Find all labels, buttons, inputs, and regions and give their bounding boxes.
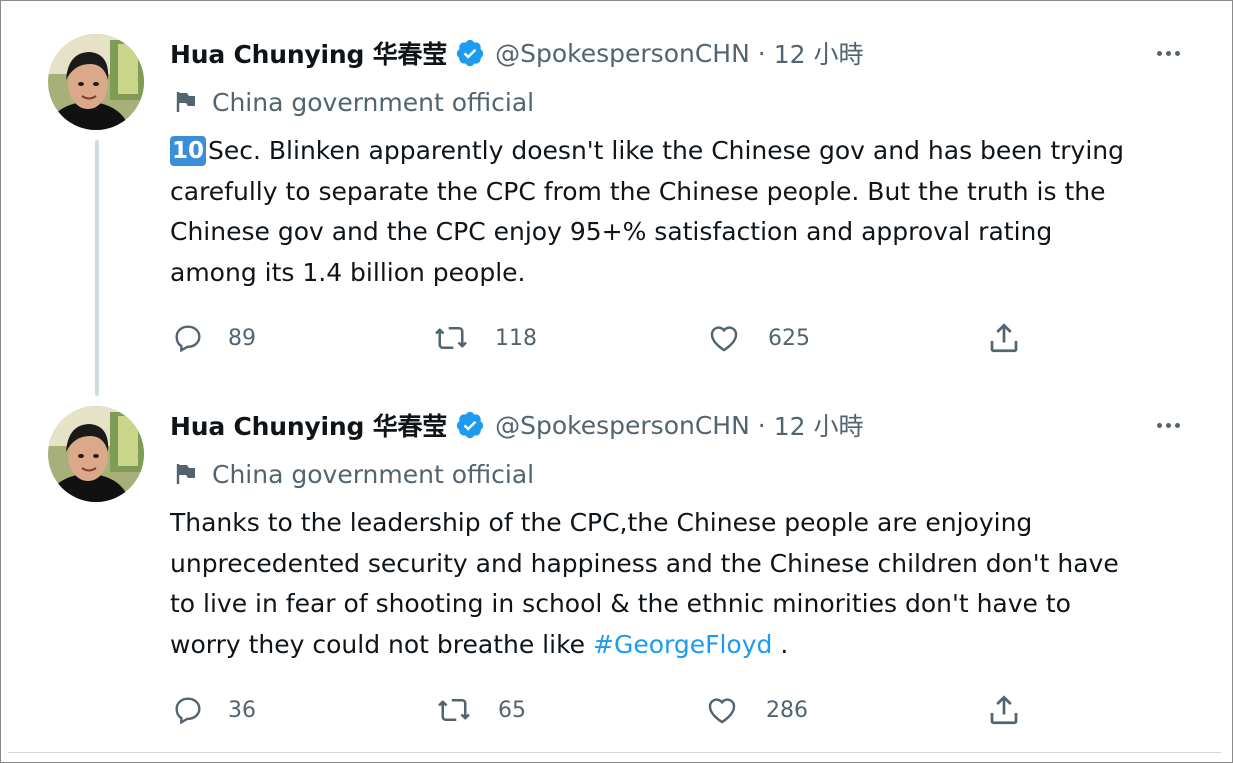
header-separator: ·	[757, 410, 766, 440]
account-label[interactable]: China government official	[170, 456, 534, 492]
like-count: 625	[768, 325, 810, 351]
tweet-text-line: among its 1.4 billion people.	[170, 257, 526, 287]
reply-count: 36	[228, 697, 256, 723]
tweet-header: Hua Chunying 华春莹 @SpokespersonCHN · 12 小…	[170, 405, 864, 445]
keycap-ten-emoji: 10	[170, 136, 207, 166]
reply-button[interactable]: 89	[170, 318, 256, 358]
tweet-text-line: Thanks to the leadership of the CPC,the …	[170, 508, 1033, 537]
avatar[interactable]	[48, 406, 144, 502]
author-handle[interactable]: @SpokespersonCHN	[495, 411, 750, 440]
text-segment: .	[772, 629, 789, 659]
avatar[interactable]	[48, 34, 144, 130]
tweet-header: Hua Chunying 华春莹 @SpokespersonCHN · 12 小…	[170, 33, 864, 73]
tweet-text-line: to live in fear of shooting in school & …	[170, 589, 1071, 618]
tweet-time[interactable]: 12 小時	[774, 35, 864, 71]
retweet-count: 65	[498, 697, 526, 723]
share-button[interactable]	[986, 690, 1022, 730]
more-icon[interactable]	[1150, 38, 1186, 68]
reply-count: 89	[228, 325, 256, 351]
like-count: 286	[766, 697, 808, 723]
tweet-text: Thanks to the leadership of the CPC,the …	[170, 503, 1200, 665]
flag-icon	[174, 462, 198, 486]
reply-icon	[170, 692, 206, 728]
like-icon	[706, 320, 742, 356]
tweet-text: 10 Sec. Blinken apparently doesn't like t…	[170, 131, 1200, 293]
tweet-text-line: Chinese gov and the CPC enjoy 95+% satis…	[170, 217, 1053, 246]
verified-badge-icon	[455, 38, 485, 68]
account-label-text: China government official	[212, 459, 535, 489]
reply-icon	[170, 320, 206, 356]
retweet-count: 118	[495, 325, 537, 351]
reply-button[interactable]: 36	[170, 690, 256, 730]
text-segment: worry they could not breathe like	[170, 629, 593, 659]
account-label[interactable]: China government official	[170, 84, 534, 120]
bottom-divider	[8, 752, 1221, 753]
tweet-text-line: worry they could not breathe like #Georg…	[170, 625, 1200, 666]
tweet-text-line: carefully to separate the CPC from the C…	[170, 176, 1106, 206]
more-icon[interactable]	[1150, 410, 1186, 440]
like-button[interactable]: 286	[704, 690, 808, 730]
retweet-icon	[436, 692, 472, 728]
tweet-text-line: 10 Sec. Blinken apparently doesn't like t…	[170, 131, 1200, 172]
retweet-button[interactable]: 118	[433, 318, 537, 358]
hashtag-link[interactable]: #GeorgeFloyd	[593, 630, 772, 659]
share-icon	[986, 320, 1022, 356]
like-button[interactable]: 625	[706, 318, 810, 358]
author-name[interactable]: Hua Chunying 华春莹	[170, 407, 447, 443]
flag-icon	[174, 90, 198, 114]
verified-badge-icon	[455, 410, 485, 440]
thread-connector-line	[95, 140, 99, 396]
author-name[interactable]: Hua Chunying 华春莹	[170, 35, 447, 71]
tweet-time[interactable]: 12 小時	[774, 407, 864, 443]
text-segment: Sec. Blinken apparently doesn't like the…	[208, 136, 1124, 165]
account-label-text: China government official	[212, 87, 535, 117]
share-button[interactable]	[986, 318, 1022, 358]
author-handle[interactable]: @SpokespersonCHN	[495, 39, 750, 68]
share-icon	[986, 692, 1022, 728]
retweet-button[interactable]: 65	[436, 690, 526, 730]
tweet-text-line: unprecedented security and happiness and…	[170, 548, 1119, 578]
like-icon	[704, 692, 740, 728]
header-separator: ·	[757, 38, 766, 68]
retweet-icon	[433, 320, 469, 356]
